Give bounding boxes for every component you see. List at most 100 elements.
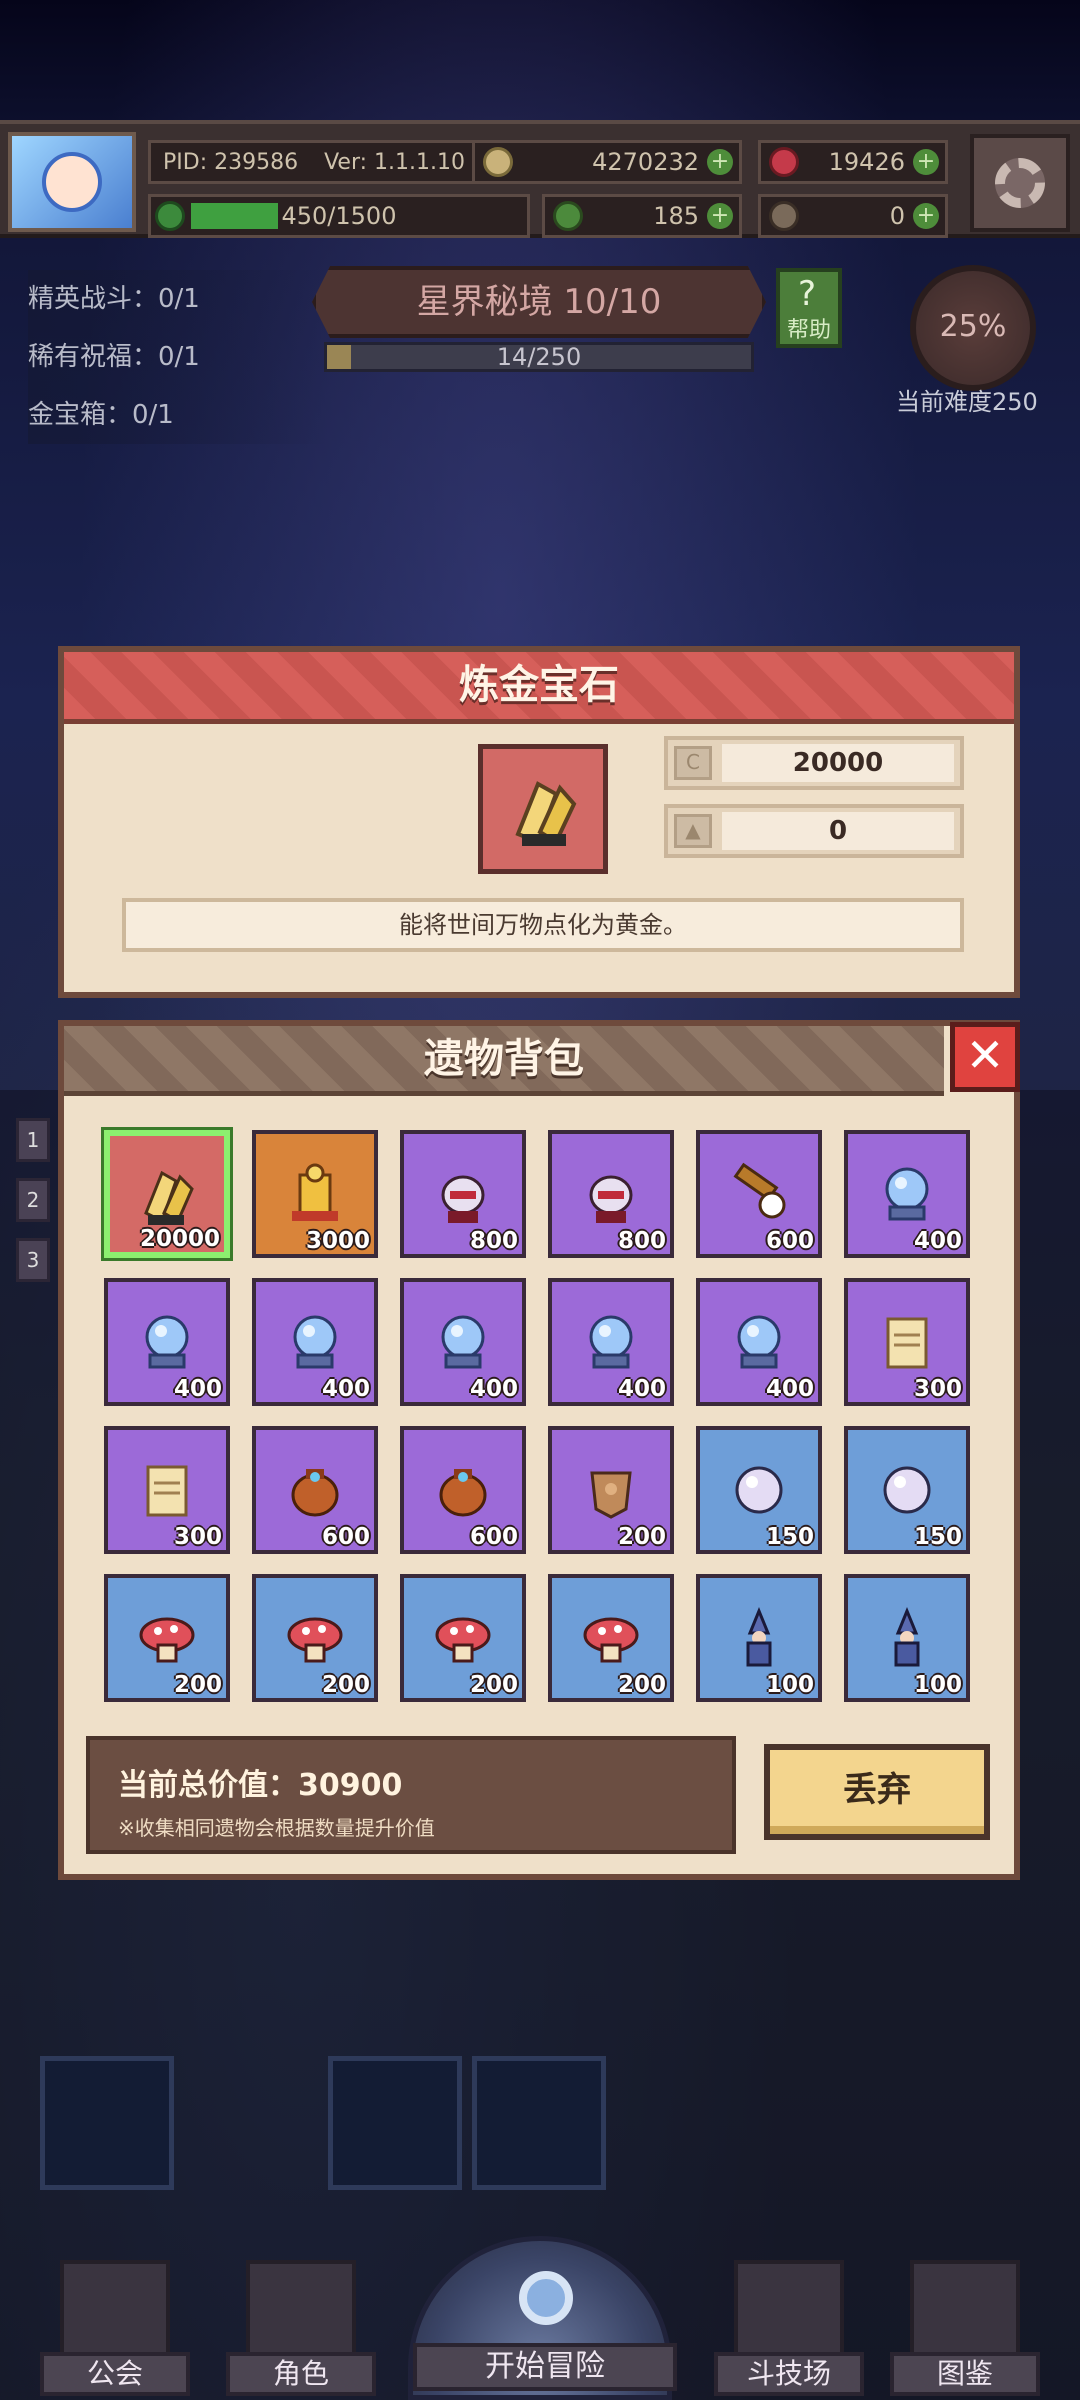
bag-total-box: 当前总价值：30900 ※收集相同遗物会根据数量提升价值 <box>86 1736 736 1854</box>
relic-slot[interactable]: 300 <box>844 1278 970 1406</box>
scroll-icon <box>886 1317 928 1369</box>
help-label: 帮助 <box>786 318 831 343</box>
relic-slot[interactable]: 800 <box>548 1130 674 1258</box>
key-counter: 0 + <box>758 194 948 238</box>
relic-slot[interactable]: 400 <box>252 1278 378 1406</box>
relic-slot[interactable]: 200 <box>548 1426 674 1554</box>
nav-arena-label: 斗技场 <box>714 2352 864 2396</box>
gear-icon <box>995 158 1045 208</box>
mushroom-icon <box>287 1617 343 1663</box>
side-tab-3[interactable]: 3 <box>16 1238 50 1282</box>
quest-rare-blessing: 稀有祝福：0/1 <box>28 328 328 386</box>
side-tab-1[interactable]: 1 <box>16 1118 50 1162</box>
help-button[interactable]: ? 帮助 <box>776 268 842 348</box>
close-button[interactable]: ✕ <box>950 1022 1020 1092</box>
question-icon: ? <box>798 274 817 314</box>
relic-slot[interactable]: 400 <box>696 1278 822 1406</box>
discard-button[interactable]: 丢弃 <box>764 1744 990 1840</box>
relic-value-row: C 20000 <box>664 736 964 790</box>
mushroom-icon <box>139 1617 195 1663</box>
relic-slot[interactable]: 400 <box>548 1278 674 1406</box>
relic-slot[interactable]: 400 <box>844 1130 970 1258</box>
nav-guild[interactable]: 公会 <box>40 2250 190 2400</box>
map-tile[interactable] <box>40 2056 174 2190</box>
relic-slot[interactable]: 200 <box>400 1574 526 1702</box>
relic-slot[interactable]: 300 <box>104 1426 230 1554</box>
treasure-bag-icon <box>291 1469 339 1517</box>
nav-arena[interactable]: 斗技场 <box>714 2250 864 2400</box>
add-coins-button[interactable]: + <box>707 149 733 175</box>
relic-price: 150 <box>913 1524 962 1550</box>
relic-slot[interactable]: 600 <box>252 1426 378 1554</box>
energy-value: 450/1500 <box>281 202 397 230</box>
clover-counter: 185 + <box>542 194 742 238</box>
pearl-icon <box>735 1466 783 1514</box>
quest-gold-chest: 金宝箱：0/1 <box>28 386 328 444</box>
coin-icon <box>483 147 513 177</box>
start-adventure-button[interactable]: 开始冒险 <box>408 2236 677 2400</box>
energy-bar: 450/1500 <box>148 194 530 238</box>
key-icon <box>769 201 799 231</box>
relic-slot[interactable]: 150 <box>844 1426 970 1554</box>
map-tile[interactable] <box>328 2056 462 2190</box>
relic-slot[interactable]: 200 <box>548 1574 674 1702</box>
relic-name: 炼金宝石 <box>64 652 1014 724</box>
ruby-icon <box>769 147 799 177</box>
relic-slot[interactable]: 3000 <box>252 1130 378 1258</box>
relic-price: 600 <box>765 1228 814 1254</box>
nav-character[interactable]: 角色 <box>226 2250 376 2400</box>
stage-progress-fill <box>327 345 351 369</box>
player-avatar[interactable] <box>8 132 136 232</box>
relic-price: 800 <box>617 1228 666 1254</box>
relic-price: 200 <box>469 1672 518 1698</box>
crystal-ball-icon <box>441 1315 485 1369</box>
player-id-row: PID: 239586 Ver: 1.1.1.10 <box>148 140 508 184</box>
relic-slot[interactable]: 600 <box>400 1426 526 1554</box>
collection-note: ※收集相同遗物会根据数量提升价值 <box>118 1816 435 1840</box>
relic-price: 300 <box>913 1376 962 1402</box>
demon-helmet-icon <box>589 1175 633 1223</box>
game-version: Ver: 1.1.1.10 <box>324 149 465 175</box>
relic-slot[interactable]: 800 <box>400 1130 526 1258</box>
relic-price: 200 <box>321 1672 370 1698</box>
add-clover-button[interactable]: + <box>707 203 733 229</box>
total-value: 当前总价值：30900 <box>118 1768 403 1803</box>
magnifier-icon <box>519 2271 573 2325</box>
wizard-figure-icon <box>894 1607 920 1667</box>
wizard-figure-icon <box>746 1607 772 1667</box>
crystal-ball-icon <box>145 1315 189 1369</box>
difficulty-label: 当前难度250 <box>896 388 1038 416</box>
relic-slot[interactable]: 600 <box>696 1130 822 1258</box>
crystal-ball-icon <box>293 1315 337 1369</box>
relic-level: 0 <box>722 812 954 850</box>
relic-slot[interactable]: 100 <box>696 1574 822 1702</box>
gold-gem-icon <box>144 1170 194 1225</box>
relic-slot[interactable]: 400 <box>400 1278 526 1406</box>
coin-amount: 4270232 <box>592 148 699 176</box>
relic-description: 能将世间万物点化为黄金。 <box>122 898 964 952</box>
avatar-face-icon <box>42 152 102 212</box>
close-icon: ✕ <box>965 1028 1005 1082</box>
relic-slot[interactable]: 200 <box>104 1574 230 1702</box>
relic-price: 200 <box>617 1672 666 1698</box>
relic-slot[interactable]: 400 <box>104 1278 230 1406</box>
relic-slot[interactable]: 150 <box>696 1426 822 1554</box>
relic-slot[interactable]: 20000 <box>104 1130 230 1258</box>
mushroom-icon <box>435 1617 491 1663</box>
relic-slot[interactable]: 100 <box>844 1574 970 1702</box>
relic-price: 400 <box>469 1376 518 1402</box>
add-keys-button[interactable]: + <box>913 203 939 229</box>
crystal-ball-icon <box>589 1315 633 1369</box>
relic-slot[interactable]: 200 <box>252 1574 378 1702</box>
nav-codex[interactable]: 图鉴 <box>890 2250 1040 2400</box>
relic-price: 300 <box>173 1524 222 1550</box>
side-tab-2[interactable]: 2 <box>16 1178 50 1222</box>
settings-button[interactable] <box>970 134 1070 232</box>
relic-price: 150 <box>765 1524 814 1550</box>
player-id: PID: 239586 <box>163 149 299 175</box>
coin-counter: 4270232 + <box>472 140 742 184</box>
treasure-bag-icon <box>439 1469 487 1517</box>
add-gems-button[interactable]: + <box>913 149 939 175</box>
difficulty-dial[interactable]: 25% <box>910 265 1036 391</box>
map-tile[interactable] <box>472 2056 606 2190</box>
